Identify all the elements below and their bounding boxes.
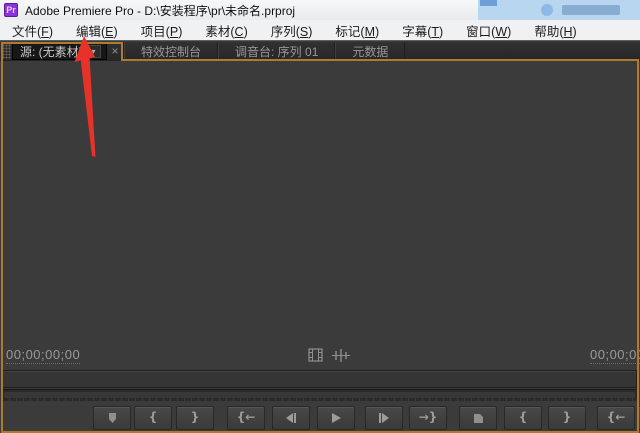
menu-window-post: ) bbox=[507, 25, 511, 39]
tab-source-label: 源: (无素材) bbox=[20, 43, 84, 60]
overlapping-window-fragment bbox=[478, 0, 640, 20]
insert-icon: { bbox=[519, 411, 528, 423]
go-to-in-icon: {← bbox=[237, 411, 256, 423]
add-marker-icon bbox=[105, 411, 120, 425]
title-bar: Pr Adobe Premiere Pro - D:\安装程序\pr\未命名.p… bbox=[0, 0, 640, 20]
menu-project[interactable]: 项目(P) bbox=[136, 21, 188, 40]
focus-border-left bbox=[1, 42, 3, 433]
go-to-out-button[interactable]: →} bbox=[409, 406, 447, 430]
focus-border-top bbox=[1, 42, 123, 44]
overwrite-icon: } bbox=[563, 411, 572, 423]
menu-file-key: F bbox=[41, 25, 49, 39]
premiere-app-icon: Pr bbox=[4, 3, 18, 17]
menu-edit-label: 编辑( bbox=[76, 25, 105, 39]
insert-button[interactable]: { bbox=[504, 406, 542, 430]
monitor-view-area bbox=[3, 61, 637, 344]
menu-project-post: ) bbox=[178, 25, 182, 39]
menu-edit-key: E bbox=[105, 25, 113, 39]
go-to-in-button[interactable]: {← bbox=[227, 406, 265, 430]
menu-help-key: H bbox=[564, 25, 573, 39]
menu-sequence-post: ) bbox=[308, 25, 312, 39]
focus-border-right bbox=[637, 59, 639, 433]
menu-marker-post: ) bbox=[375, 25, 379, 39]
overwrite-button[interactable]: } bbox=[548, 406, 586, 430]
overlay-badge-icon bbox=[541, 4, 553, 16]
menu-marker[interactable]: 标记(M) bbox=[330, 21, 384, 40]
step-back-button[interactable] bbox=[272, 406, 310, 430]
transport-controls: { } {← →} bbox=[0, 404, 640, 433]
menu-help-post: ) bbox=[573, 25, 577, 39]
loop-icon: {← bbox=[607, 411, 626, 423]
overlay-text-blur bbox=[562, 5, 620, 15]
go-to-out-icon: →} bbox=[419, 411, 438, 423]
menu-sequence-key: S bbox=[300, 25, 308, 39]
zoom-scrollbar[interactable] bbox=[2, 389, 637, 401]
menu-title-post: ) bbox=[439, 25, 443, 39]
menu-help[interactable]: 帮助(H) bbox=[529, 21, 581, 40]
audio-waveform-icon[interactable] bbox=[332, 348, 350, 368]
menu-sequence-label: 序列( bbox=[271, 25, 300, 39]
export-frame-icon bbox=[471, 412, 485, 425]
menu-clip-label: 素材( bbox=[205, 25, 234, 39]
menu-marker-label: 标记( bbox=[335, 25, 364, 39]
play-button[interactable] bbox=[317, 406, 355, 430]
tab-metadata[interactable]: 元数据 bbox=[335, 42, 405, 60]
menu-file-label: 文件( bbox=[12, 25, 41, 39]
step-forward-icon bbox=[377, 412, 391, 424]
mark-out-button[interactable]: } bbox=[176, 406, 214, 430]
mark-in-button[interactable]: { bbox=[134, 406, 172, 430]
menu-file[interactable]: 文件(F) bbox=[7, 21, 58, 40]
menu-sequence[interactable]: 序列(S) bbox=[266, 21, 318, 40]
menu-window-key: W bbox=[495, 25, 507, 39]
overlay-wedge bbox=[480, 0, 497, 6]
menu-clip-post: ) bbox=[244, 25, 248, 39]
focus-border-mid bbox=[121, 59, 637, 61]
menu-window[interactable]: 窗口(W) bbox=[461, 21, 516, 40]
step-back-icon bbox=[284, 412, 298, 424]
current-timecode[interactable]: 00;00;00;00 bbox=[6, 347, 80, 364]
add-marker-button[interactable] bbox=[93, 406, 131, 430]
menu-marker-key: M bbox=[365, 25, 375, 39]
dropdown-icon[interactable]: ▾ bbox=[86, 45, 101, 58]
film-icon[interactable] bbox=[308, 348, 324, 368]
menu-project-key: P bbox=[170, 25, 178, 39]
menu-file-post: ) bbox=[49, 25, 53, 39]
menu-title-label: 字幕( bbox=[402, 25, 431, 39]
loop-button[interactable]: {← bbox=[597, 406, 635, 430]
menu-window-label: 窗口( bbox=[466, 25, 495, 39]
play-icon bbox=[329, 412, 343, 424]
window-title: Adobe Premiere Pro - D:\安装程序\pr\未命名.prpr… bbox=[25, 2, 295, 19]
tab-effect-controls[interactable]: 特效控制台 bbox=[124, 42, 218, 60]
menu-clip-key: C bbox=[235, 25, 244, 39]
scrollbar-ticks bbox=[2, 398, 637, 401]
mark-out-icon: } bbox=[191, 411, 200, 423]
menu-project-label: 项目( bbox=[141, 25, 170, 39]
menu-title-key: T bbox=[431, 25, 439, 39]
timecode-row: 00;00;00;00 00;00;00;00 bbox=[0, 344, 640, 370]
menu-bar: 文件(F) 编辑(E) 项目(P) 素材(C) 序列(S) 标记(M) 字幕(T… bbox=[0, 20, 640, 41]
step-forward-button[interactable] bbox=[365, 406, 403, 430]
scrub-bar[interactable] bbox=[2, 370, 637, 388]
menu-title[interactable]: 字幕(T) bbox=[397, 21, 448, 40]
menu-edit-post: ) bbox=[114, 25, 118, 39]
grip-handle[interactable] bbox=[2, 44, 11, 59]
menu-clip[interactable]: 素材(C) bbox=[200, 21, 252, 40]
menu-help-label: 帮助( bbox=[534, 25, 563, 39]
tab-audio-mixer[interactable]: 调音台: 序列 01 bbox=[218, 42, 335, 60]
tab-source[interactable]: 源: (无素材) ▾ bbox=[12, 42, 107, 60]
source-monitor-panel: 源: (无素材) ▾ × 特效控制台 调音台: 序列 01 元数据 00;00;… bbox=[0, 42, 640, 433]
export-frame-button[interactable] bbox=[459, 406, 497, 430]
mark-in-icon: { bbox=[149, 411, 158, 423]
duration-timecode[interactable]: 00;00;00;00 bbox=[590, 347, 640, 364]
menu-edit[interactable]: 编辑(E) bbox=[71, 21, 123, 40]
